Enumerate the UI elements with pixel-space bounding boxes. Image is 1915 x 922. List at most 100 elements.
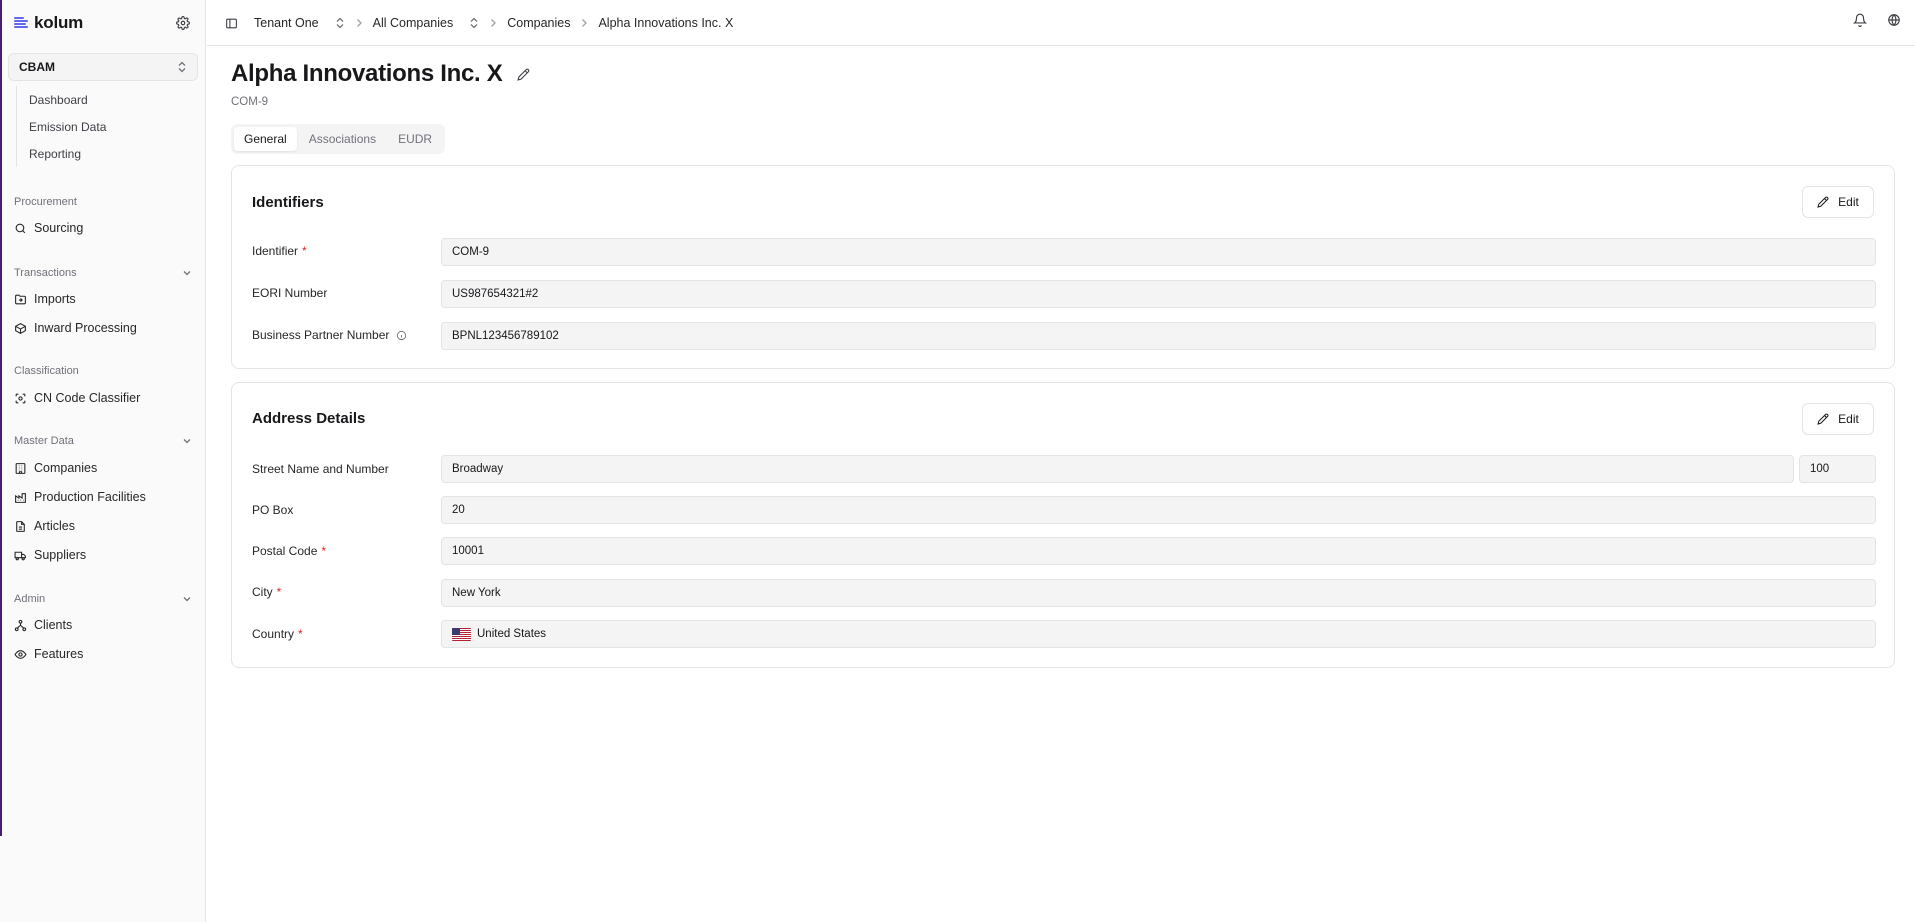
bell-icon[interactable] bbox=[1852, 13, 1868, 30]
street-number-field[interactable]: 100 bbox=[1799, 455, 1876, 483]
identifier-field[interactable]: COM-9 bbox=[441, 238, 1876, 266]
page-title: Alpha Innovations Inc. X bbox=[231, 60, 503, 87]
sub-nav-item-emission-data[interactable]: Emission Data bbox=[17, 113, 198, 140]
postal-code-label-text: Postal Code bbox=[252, 544, 318, 558]
sidebar-item-label: Inward Processing bbox=[34, 321, 137, 335]
file-text-icon bbox=[16, 520, 25, 532]
eori-field[interactable]: US987654321#2 bbox=[441, 280, 1876, 308]
edit-title-pencil-icon[interactable] bbox=[516, 68, 530, 81]
identifier-label-text: Identifier bbox=[252, 244, 299, 258]
sidebar-item-companies[interactable]: Companies bbox=[14, 456, 198, 480]
identifiers-edit-button[interactable]: Edit bbox=[1802, 186, 1874, 218]
module-sub-nav: Dashboard Emission Data Reporting bbox=[16, 86, 198, 167]
globe-icon[interactable] bbox=[1887, 13, 1901, 30]
pencil-icon bbox=[1817, 413, 1829, 425]
address-edit-button[interactable]: Edit bbox=[1802, 403, 1874, 435]
city-label-text: City bbox=[252, 585, 273, 599]
city-label: City * bbox=[252, 585, 281, 599]
chevron-down-icon bbox=[183, 439, 191, 444]
settings-gear-icon[interactable] bbox=[174, 14, 192, 32]
chevron-down-icon bbox=[183, 271, 191, 276]
tab-general[interactable]: General bbox=[234, 127, 297, 151]
tab-bar: General Associations EUDR bbox=[231, 124, 446, 154]
chevrons-up-down-icon bbox=[470, 17, 478, 29]
sidebar: kolum CBAM Dashboard Emission Data Repor… bbox=[0, 0, 206, 922]
sidebar-item-label: Companies bbox=[34, 461, 98, 475]
postal-code-label: Postal Code * bbox=[252, 544, 326, 558]
topbar: Tenant One All Companies Companies Alpha… bbox=[207, 0, 1915, 46]
po-box-field[interactable]: 20 bbox=[441, 496, 1876, 524]
logo-icon bbox=[14, 16, 28, 30]
street-name-field[interactable]: Broadway bbox=[441, 455, 1794, 483]
breadcrumb-scope[interactable]: All Companies bbox=[373, 16, 480, 30]
edit-button-label: Edit bbox=[1838, 195, 1859, 209]
sub-nav-item-dashboard[interactable]: Dashboard bbox=[17, 86, 198, 113]
street-label: Street Name and Number bbox=[252, 462, 389, 476]
eori-value: US987654321#2 bbox=[452, 288, 539, 300]
folder-import-icon bbox=[15, 294, 26, 304]
chevrons-up-down-icon bbox=[178, 61, 186, 73]
toggle-sidebar-icon[interactable] bbox=[225, 17, 238, 30]
bpn-field[interactable]: BPNL123456789102 bbox=[441, 322, 1876, 350]
street-label-text: Street Name and Number bbox=[252, 462, 389, 476]
sidebar-item-cn-code-classifier[interactable]: CN Code Classifier bbox=[14, 386, 198, 410]
pencil-icon bbox=[1817, 196, 1829, 208]
sidebar-item-label: Features bbox=[34, 647, 84, 661]
breadcrumb-scope-label: All Companies bbox=[372, 16, 454, 30]
city-field[interactable]: New York bbox=[441, 579, 1876, 607]
breadcrumb: Tenant One All Companies Companies Alpha… bbox=[225, 0, 733, 46]
tab-associations[interactable]: Associations bbox=[299, 127, 386, 151]
postal-code-field[interactable]: 10001 bbox=[441, 537, 1876, 565]
eori-label-text: EORI Number bbox=[252, 286, 328, 300]
bpn-label-text: Business Partner Number bbox=[252, 328, 390, 342]
group-label-transactions-text: Transactions bbox=[14, 267, 77, 279]
us-flag-icon bbox=[452, 627, 471, 641]
tab-eudr[interactable]: EUDR bbox=[388, 127, 442, 151]
group-label-admin[interactable]: Admin bbox=[14, 591, 192, 607]
sidebar-item-clients[interactable]: Clients bbox=[14, 613, 198, 637]
module-selector[interactable]: CBAM bbox=[8, 53, 198, 81]
required-marker: * bbox=[298, 627, 303, 641]
sidebar-item-production-facilities[interactable]: Production Facilities bbox=[14, 485, 198, 509]
info-icon[interactable] bbox=[396, 330, 407, 341]
breadcrumb-tenant-label: Tenant One bbox=[254, 16, 319, 30]
scan-icon bbox=[15, 393, 26, 403]
sidebar-item-label: Production Facilities bbox=[34, 490, 146, 504]
group-label-classification-text: Classification bbox=[14, 365, 79, 377]
group-label-admin-text: Admin bbox=[14, 593, 46, 605]
sidebar-item-imports[interactable]: Imports bbox=[14, 287, 198, 311]
logo[interactable]: kolum bbox=[14, 13, 83, 33]
street-name-value: Broadway bbox=[452, 463, 504, 475]
street-number-value: 100 bbox=[1810, 463, 1830, 475]
address-card-title: Address Details bbox=[252, 410, 366, 427]
country-field[interactable]: United States bbox=[441, 620, 1876, 648]
app-root: kolum CBAM Dashboard Emission Data Repor… bbox=[0, 0, 1915, 922]
breadcrumb-section[interactable]: Companies bbox=[507, 16, 570, 30]
po-box-value: 20 bbox=[452, 504, 465, 516]
factory-icon bbox=[15, 492, 26, 503]
breadcrumb-tenant[interactable]: Tenant One bbox=[254, 16, 345, 30]
sidebar-item-inward-processing[interactable]: Inward Processing bbox=[14, 316, 198, 340]
group-label-transactions[interactable]: Transactions bbox=[14, 265, 192, 281]
required-marker: * bbox=[302, 244, 307, 258]
sidebar-item-label: Suppliers bbox=[34, 548, 87, 562]
logo-row: kolum bbox=[14, 12, 192, 34]
group-label-master-data[interactable]: Master Data bbox=[14, 433, 192, 449]
eye-icon bbox=[14, 649, 27, 659]
sub-nav-item-reporting[interactable]: Reporting bbox=[17, 140, 198, 167]
logo-text: kolum bbox=[34, 13, 84, 32]
chevron-right-icon bbox=[580, 18, 588, 28]
sidebar-item-label: CN Code Classifier bbox=[34, 391, 141, 405]
page-title-row: Alpha Innovations Inc. X bbox=[231, 60, 530, 88]
bpn-label: Business Partner Number bbox=[252, 328, 407, 342]
identifier-value: COM-9 bbox=[452, 246, 490, 258]
sidebar-item-label: Clients bbox=[34, 618, 73, 632]
sidebar-item-features[interactable]: Features bbox=[14, 642, 198, 666]
sidebar-item-articles[interactable]: Articles bbox=[14, 514, 198, 538]
sidebar-item-sourcing[interactable]: Sourcing bbox=[14, 216, 198, 240]
address-card: Address Details Edit Street Name and Num… bbox=[231, 382, 1895, 668]
group-label-master-data-text: Master Data bbox=[14, 435, 74, 447]
country-label: Country * bbox=[252, 627, 303, 641]
sidebar-item-suppliers[interactable]: Suppliers bbox=[14, 543, 198, 567]
group-label-procurement-text: Procurement bbox=[14, 196, 77, 208]
